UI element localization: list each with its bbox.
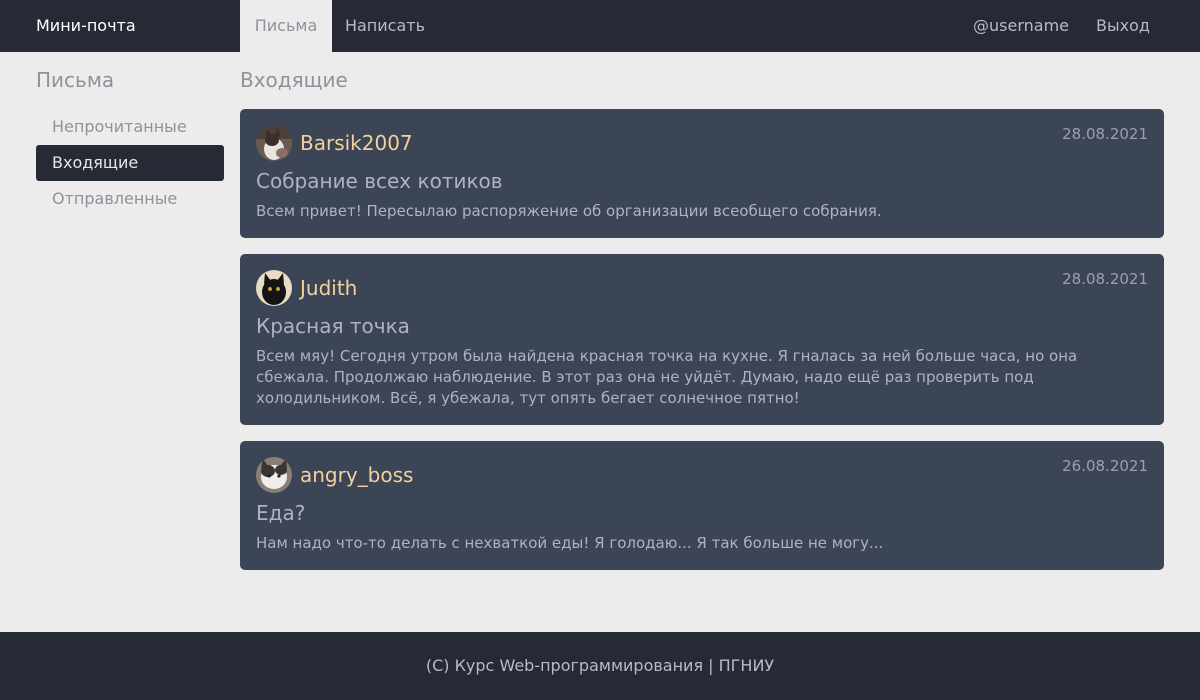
message-card[interactable]: Barsik2007 28.08.2021 Собрание всех коти… (240, 109, 1164, 238)
nav-compose-tab[interactable]: Написать (332, 0, 438, 52)
nav-username-link[interactable]: @username (964, 0, 1078, 52)
message-subject: Собрание всех котиков (256, 169, 503, 193)
message-date: 28.08.2021 (1062, 125, 1148, 143)
message-subject: Красная точка (256, 314, 410, 338)
message-card[interactable]: Judith 28.08.2021 Красная точка Всем мяу… (240, 254, 1164, 425)
sidebar-item-inbox[interactable]: Входящие (36, 145, 224, 181)
message-card[interactable]: angry_boss 26.08.2021 Еда? Нам надо что-… (240, 441, 1164, 570)
nav-letters-tab[interactable]: Письма (240, 0, 332, 52)
message-preview: Всем привет! Пересылаю распоряжение об о… (256, 202, 882, 220)
message-header: Judith (256, 270, 1148, 306)
top-navbar: Мини-почта Письма Написать @username Вых… (0, 0, 1200, 52)
avatar (256, 270, 292, 306)
avatar (256, 125, 292, 161)
message-preview: Нам надо что-то делать с нехваткой еды! … (256, 534, 884, 552)
sidebar-item-unread[interactable]: Непрочитанные (36, 109, 224, 145)
sender-name: Judith (300, 276, 358, 300)
cat-avatar-icon (256, 125, 292, 161)
message-date: 28.08.2021 (1062, 270, 1148, 288)
sender-name: angry_boss (300, 463, 414, 487)
nav-logout-link[interactable]: Выход (1086, 0, 1160, 52)
message-header: angry_boss (256, 457, 1148, 493)
footer: (C) Курс Web-программирования | ПГНИУ (0, 632, 1200, 700)
message-header: Barsik2007 (256, 125, 1148, 161)
sidebar-item-sent[interactable]: Отправленные (36, 181, 224, 217)
message-subject: Еда? (256, 501, 306, 525)
avatar (256, 457, 292, 493)
sidebar-title: Письма (36, 68, 115, 92)
cat-avatar-icon (256, 457, 292, 493)
message-list: Barsik2007 28.08.2021 Собрание всех коти… (240, 109, 1164, 586)
sender-name: Barsik2007 (300, 131, 413, 155)
message-preview: Всем мяу! Сегодня утром была найдена кра… (256, 347, 1078, 407)
brand-link[interactable]: Мини-почта (36, 0, 136, 52)
message-date: 26.08.2021 (1062, 457, 1148, 475)
page-title: Входящие (240, 68, 348, 92)
footer-copyright: (C) Курс Web-программирования | ПГНИУ (425, 656, 775, 675)
cat-avatar-icon (256, 270, 292, 306)
sidebar-folder-list: Непрочитанные Входящие Отправленные (36, 109, 224, 217)
